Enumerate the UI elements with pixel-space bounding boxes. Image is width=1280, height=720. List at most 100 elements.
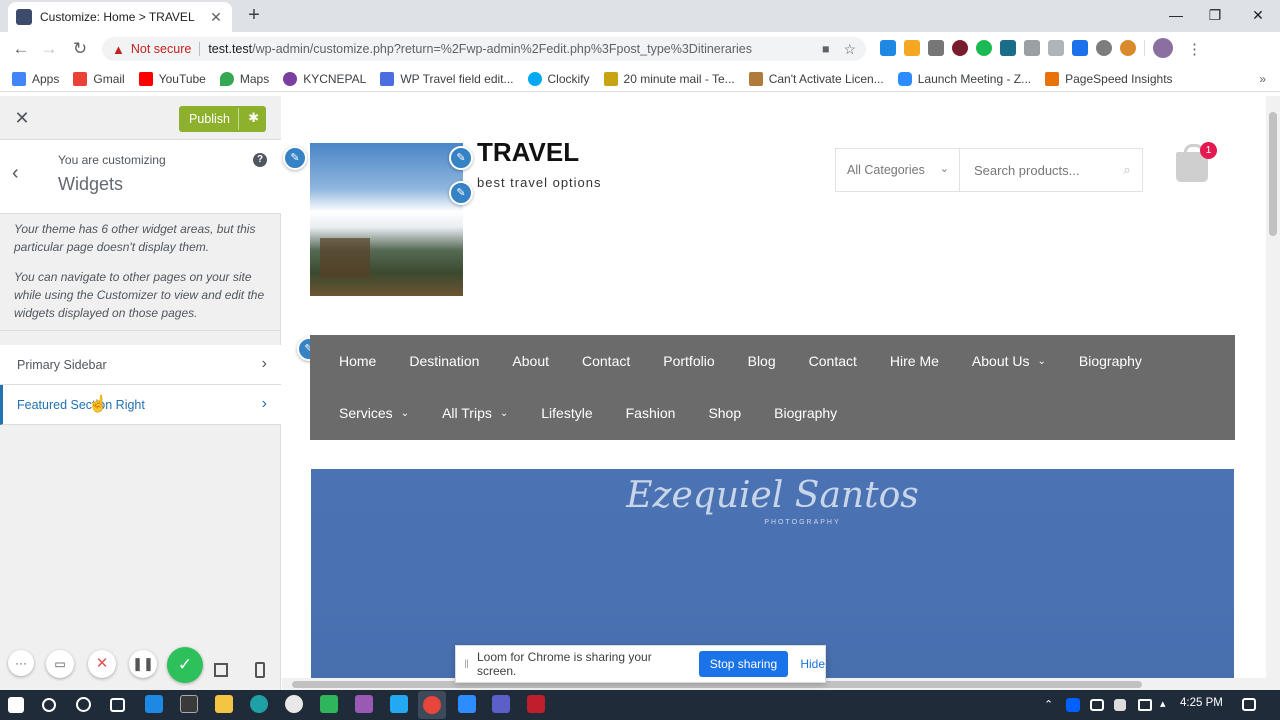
bookmark-apps[interactable]: Apps	[12, 71, 59, 86]
nav-item[interactable]: Shop	[708, 405, 741, 421]
pause-icon[interactable]: ❚❚	[129, 650, 157, 678]
help-icon[interactable]: ?	[253, 153, 267, 167]
vscode-icon[interactable]	[390, 695, 408, 713]
nav-item[interactable]: About	[512, 353, 549, 369]
gear-icon[interactable]: ✱	[248, 110, 259, 126]
sourcetree-icon[interactable]	[320, 695, 338, 713]
bookmark-star-icon[interactable]: ☆	[843, 41, 856, 58]
search-icon[interactable]: ⌕	[1112, 162, 1142, 178]
cancel-recording-icon[interactable]: ✕	[88, 650, 116, 678]
extension-ring-icon[interactable]	[928, 40, 944, 56]
publish-button[interactable]: Publish ✱	[179, 106, 266, 132]
chrome-alt-icon[interactable]	[285, 695, 303, 713]
extension-gear-icon[interactable]	[1096, 40, 1112, 56]
window-close-icon[interactable]: ✕	[1244, 4, 1272, 26]
battery-icon[interactable]	[1138, 699, 1152, 711]
vertical-scrollbar[interactable]	[1266, 96, 1280, 690]
teams-icon[interactable]	[492, 695, 510, 713]
extension-ft-icon[interactable]	[880, 40, 896, 56]
bookmark-gmail[interactable]: Gmail	[73, 71, 125, 86]
camera-toggle-icon[interactable]: ▭	[46, 650, 74, 678]
back-arrow-icon[interactable]: ←	[10, 38, 32, 60]
bookmark-kycnepal[interactable]: KYCNEPAL	[283, 71, 366, 86]
chrome-menu-icon[interactable]: ⋮	[1187, 40, 1202, 58]
minimize-icon[interactable]: —	[1162, 4, 1190, 26]
nav-item[interactable]: Hire Me	[890, 353, 939, 369]
dropbox-icon[interactable]	[1066, 698, 1080, 712]
nav-item[interactable]: Contact	[809, 353, 857, 369]
bookmark-20-minute-mail[interactable]: 20 minute mail - Te...	[603, 71, 735, 86]
bookmarks-overflow-icon[interactable]: »	[1259, 72, 1266, 86]
edge-icon[interactable]	[250, 695, 268, 713]
zoom-app-icon[interactable]	[458, 695, 476, 713]
search-icon[interactable]	[42, 698, 56, 712]
tablet-preview-icon[interactable]	[214, 663, 228, 677]
tray-chevron-up-icon[interactable]: ⌃	[1044, 698, 1053, 711]
bookmark-maps[interactable]: Maps	[219, 71, 269, 86]
volume-icon[interactable]	[1114, 699, 1126, 711]
edit-tagline-pencil-icon[interactable]: ✎	[449, 181, 473, 205]
profile-avatar[interactable]	[1153, 38, 1173, 58]
new-tab-button[interactable]: +	[243, 5, 265, 27]
finish-recording-icon[interactable]: ✓	[167, 647, 203, 683]
reload-icon[interactable]: ↻	[69, 38, 91, 60]
calculator-icon[interactable]	[180, 695, 198, 713]
windows-start-icon[interactable]	[8, 697, 24, 713]
drag-handle-icon[interactable]: ‖	[464, 657, 469, 671]
nav-item[interactable]: Biography	[1079, 353, 1142, 369]
file-explorer-icon[interactable]	[215, 695, 233, 713]
site-title[interactable]: TRAVEL	[477, 137, 579, 168]
extension-k-icon[interactable]	[952, 40, 968, 56]
security-label[interactable]: Not secure	[131, 42, 191, 56]
filezilla-icon[interactable]	[527, 695, 545, 713]
nav-item[interactable]: Biography	[774, 405, 837, 421]
taskbar-clock[interactable]: 4:25 PM	[1180, 697, 1223, 709]
extension-dots-icon[interactable]	[1048, 40, 1064, 56]
category-select[interactable]: All Categories ⌄	[836, 148, 960, 192]
extension-screen-icon[interactable]	[1000, 40, 1016, 56]
nav-item[interactable]: Services ⌄	[339, 405, 409, 421]
bookmark-zoom[interactable]: Launch Meeting - Z...	[897, 71, 1031, 86]
nav-item[interactable]: Blog	[748, 353, 776, 369]
bookmark-wp-travel[interactable]: WP Travel field edit...	[380, 71, 514, 86]
section-featured-section-right[interactable]: Featured Section Right ›	[0, 385, 281, 425]
hide-button[interactable]: Hide	[800, 657, 825, 671]
tab-close-icon[interactable]: ✕	[208, 9, 224, 26]
search-input[interactable]: Search products...	[960, 163, 1112, 178]
nav-item[interactable]: Fashion	[626, 405, 676, 421]
network-icon[interactable]	[1090, 699, 1104, 711]
notifications-icon[interactable]	[1242, 698, 1256, 711]
nav-item[interactable]: All Trips ⌄	[442, 405, 508, 421]
nav-item[interactable]: About Us ⌄	[972, 353, 1046, 369]
stop-sharing-button[interactable]: Stop sharing	[698, 651, 789, 677]
chevron-left-icon[interactable]: ‹	[12, 162, 19, 185]
code-icon[interactable]	[1024, 40, 1040, 56]
bookmark-youtube[interactable]: YouTube	[138, 71, 206, 86]
task-view-icon[interactable]	[110, 698, 125, 712]
grammarly-icon[interactable]	[976, 40, 992, 56]
chrome-active-icon[interactable]	[418, 691, 446, 719]
mail-app-icon[interactable]	[145, 695, 163, 713]
camera-icon[interactable]: ■	[822, 42, 830, 56]
mobile-preview-icon[interactable]	[255, 662, 265, 678]
edit-logo-pencil-icon[interactable]: ✎	[283, 146, 307, 170]
edit-title-pencil-icon[interactable]: ✎	[449, 146, 473, 170]
section-primary-sidebar[interactable]: Primary Sidebar ›	[0, 345, 281, 385]
nav-item[interactable]: Contact	[582, 353, 630, 369]
bookmark-pagespeed[interactable]: PageSpeed Insights	[1045, 71, 1173, 86]
close-customizer-icon[interactable]: ✕	[12, 108, 32, 128]
more-options-icon[interactable]: ···	[8, 650, 34, 676]
rss-icon[interactable]	[904, 40, 920, 56]
cortana-icon[interactable]	[76, 697, 91, 712]
restore-icon[interactable]: ❐	[1201, 4, 1229, 26]
forward-arrow-icon[interactable]: →	[38, 38, 60, 60]
nav-item[interactable]: Home	[339, 353, 376, 369]
nav-item[interactable]: Destination	[409, 353, 479, 369]
language-icon[interactable]: ▴	[1160, 697, 1166, 710]
browser-tab[interactable]: Customize: Home > TRAVEL ✕	[8, 2, 232, 32]
bookmark-clockify[interactable]: Clockify	[527, 71, 590, 86]
address-bar[interactable]: ▲ Not secure test.test/wp-admin/customiz…	[102, 37, 866, 61]
bookmark-activate-license[interactable]: Can't Activate Licen...	[748, 71, 884, 86]
extension-chevron-icon[interactable]	[1072, 40, 1088, 56]
site-logo-image[interactable]	[310, 143, 463, 296]
